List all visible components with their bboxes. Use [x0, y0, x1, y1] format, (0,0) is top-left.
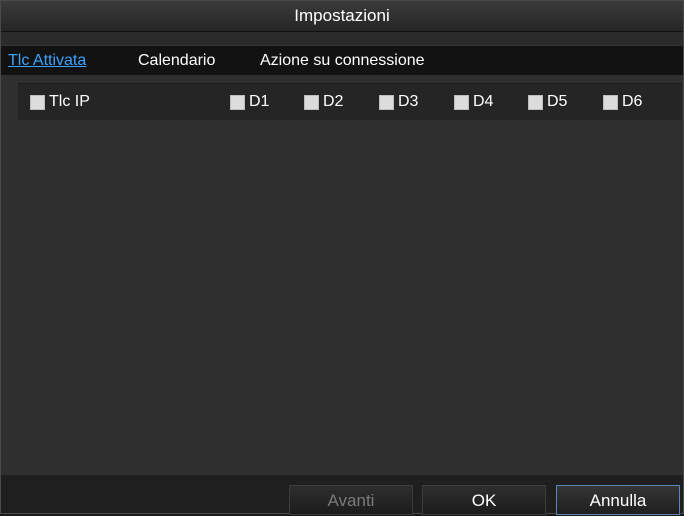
checkbox-d5[interactable]: D5: [528, 84, 567, 120]
checkbox-box[interactable]: [454, 94, 469, 110]
checkbox-d1[interactable]: D1: [230, 84, 269, 120]
cancel-button[interactable]: Annulla: [556, 485, 680, 515]
checkbox-box[interactable]: [30, 94, 45, 110]
tab-calendario[interactable]: Calendario: [138, 46, 215, 76]
checkbox-d3[interactable]: D3: [379, 84, 418, 120]
checkbox-d4[interactable]: D4: [454, 84, 493, 120]
channel-row: Tlc IP D1 D2 D3 D4 D5 D6: [18, 83, 682, 120]
tab-tlc-attivata[interactable]: Tlc Attivata: [8, 46, 86, 76]
checkbox-box[interactable]: [230, 94, 245, 110]
checkbox-label: D4: [473, 93, 494, 110]
tab-bar: Tlc Attivata Calendario Azione su connes…: [1, 45, 683, 76]
ok-button[interactable]: OK: [422, 485, 546, 515]
checkbox-label: D1: [249, 93, 270, 110]
checkbox-label: D3: [398, 93, 419, 110]
settings-dialog: Impostazioni Tlc Attivata Calendario Azi…: [0, 0, 684, 515]
checkbox-tlc-ip[interactable]: Tlc IP: [30, 84, 90, 120]
checkbox-d6[interactable]: D6: [603, 84, 642, 120]
checkbox-label: D5: [547, 93, 568, 110]
checkbox-box[interactable]: [528, 94, 543, 110]
checkbox-box[interactable]: [304, 94, 319, 110]
dialog-footer: Avanti OK Annulla: [1, 475, 683, 515]
settings-panel: Tlc IP D1 D2 D3 D4 D5 D6: [1, 75, 683, 475]
tab-azione-su-connessione[interactable]: Azione su connessione: [260, 46, 425, 76]
checkbox-label: Tlc IP: [49, 93, 90, 110]
checkbox-label: D2: [323, 93, 344, 110]
checkbox-box[interactable]: [603, 94, 618, 110]
checkbox-box[interactable]: [379, 94, 394, 110]
dialog-title: Impostazioni: [1, 1, 683, 32]
checkbox-label: D6: [622, 93, 643, 110]
checkbox-d2[interactable]: D2: [304, 84, 343, 120]
next-button[interactable]: Avanti: [289, 485, 413, 515]
